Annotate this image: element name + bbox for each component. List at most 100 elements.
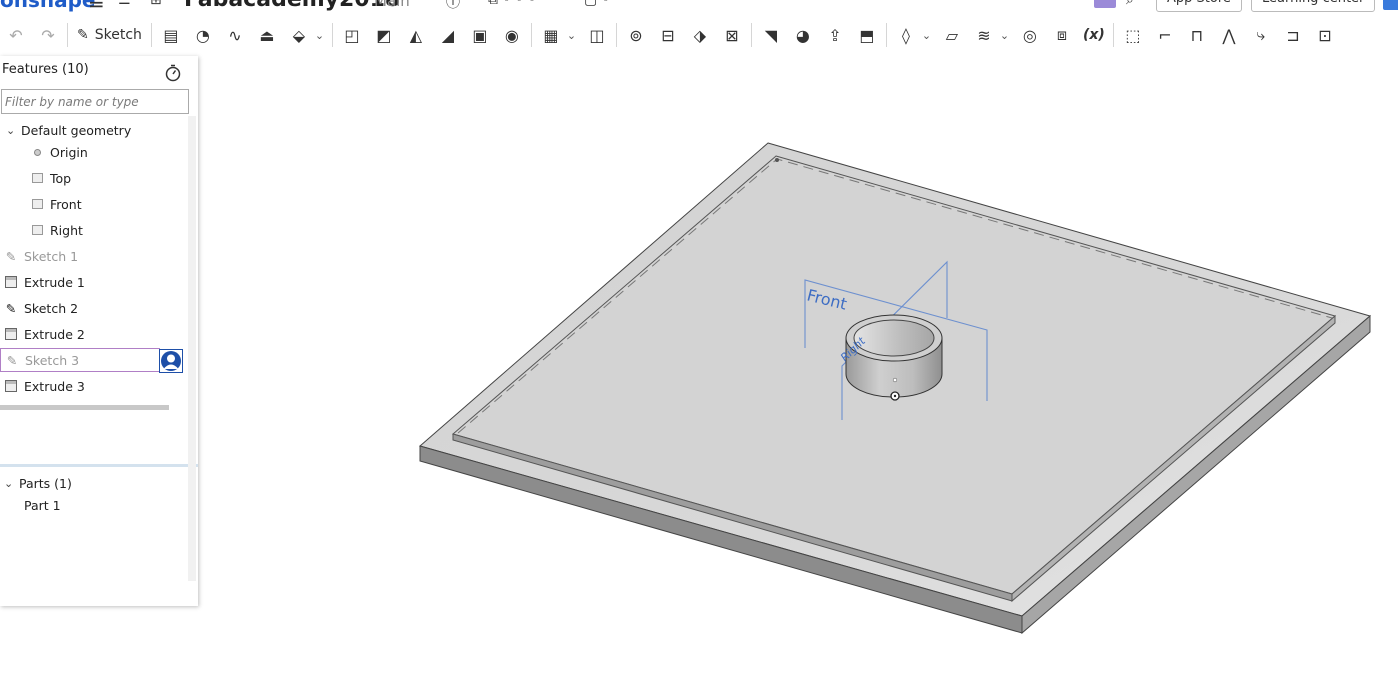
insert-icon[interactable]: ⊞ xyxy=(150,0,162,8)
feature-top-plane[interactable]: Top xyxy=(30,166,71,190)
origin-icon xyxy=(30,145,44,159)
chevron-down-icon[interactable]: ⌄ xyxy=(315,29,329,42)
sketch-icon: ✎ xyxy=(77,27,89,43)
form-icon[interactable]: ⊐ xyxy=(1277,20,1309,50)
default-geometry-group[interactable]: ⌄ Default geometry xyxy=(6,118,131,142)
toolbar-divider xyxy=(615,23,617,47)
draft-icon[interactable]: ◭ xyxy=(400,20,432,50)
delete-face-icon[interactable]: ◕ xyxy=(787,20,819,50)
feature-label: Right xyxy=(50,222,83,238)
delete-part-icon[interactable]: ⊠ xyxy=(716,20,748,50)
feature-label: Extrude 3 xyxy=(24,378,85,394)
feature-front-plane[interactable]: Front xyxy=(30,192,82,216)
feature-extrude-1[interactable]: Extrude 1 xyxy=(4,270,85,294)
undo-icon[interactable]: ↶ xyxy=(0,20,32,50)
composite-part-icon[interactable]: ⧈ xyxy=(1046,20,1078,50)
linear-pattern-icon[interactable]: ▦ xyxy=(535,20,567,50)
toolbar-divider xyxy=(530,23,532,47)
feature-sketch-3[interactable]: ✎ Sketch 3 xyxy=(0,348,160,372)
toolbar-divider xyxy=(67,23,68,47)
parts-label: Parts (1) xyxy=(19,475,72,491)
flat-view-icon[interactable]: ⊡ xyxy=(1309,20,1341,50)
app-store-button[interactable]: App Store xyxy=(1156,0,1242,12)
chevron-down-icon[interactable]: ⌄ xyxy=(6,124,16,137)
learning-center-button[interactable]: Learning center xyxy=(1251,0,1375,12)
search-icon[interactable]: ⌕ xyxy=(1126,0,1134,8)
fillet-icon[interactable]: ◰ xyxy=(336,20,368,50)
plane-icon xyxy=(30,223,44,237)
parts-group[interactable]: ⌄ Parts (1) xyxy=(4,471,72,495)
panel-divider[interactable] xyxy=(0,464,198,467)
chevron-down-icon[interactable]: ⌄ xyxy=(4,477,14,490)
document-menu-icon[interactable]: ☰ xyxy=(118,0,131,8)
graphics-viewport[interactable]: Front Right xyxy=(200,56,1398,680)
feature-extrude-3[interactable]: Extrude 3 xyxy=(4,374,85,398)
extrude-icon xyxy=(4,275,18,289)
feature-sketch-2[interactable]: ✎ Sketch 2 xyxy=(4,296,78,320)
panel-scrollbar[interactable] xyxy=(188,116,196,581)
flange-icon[interactable]: ⌐ xyxy=(1149,20,1181,50)
redo-icon[interactable]: ↷ xyxy=(32,20,64,50)
variable-icon[interactable]: (x) xyxy=(1078,20,1110,50)
helix-icon[interactable]: ≋ xyxy=(968,20,1000,50)
plane-icon xyxy=(30,197,44,211)
mirror-icon[interactable]: ◫ xyxy=(581,20,613,50)
feature-right-plane[interactable]: Right xyxy=(30,218,83,242)
surface-icon[interactable]: ◊ xyxy=(890,20,922,50)
chevron-down-icon[interactable]: ⌄ xyxy=(922,29,936,42)
rollback-bar[interactable] xyxy=(0,405,169,410)
workspace-branch[interactable]: Main xyxy=(374,0,410,10)
share-button[interactable] xyxy=(1383,0,1398,10)
extrude-icon[interactable]: ▤ xyxy=(155,20,187,50)
chevron-down-icon[interactable]: ⌄ xyxy=(1000,29,1014,42)
chevron-down-icon[interactable]: ⌄ xyxy=(567,29,581,42)
shell-icon[interactable]: ▣ xyxy=(464,20,496,50)
transform-icon[interactable]: ⬗ xyxy=(684,20,716,50)
sketch-icon: ✎ xyxy=(5,248,17,264)
part-item[interactable]: Part 1 xyxy=(24,493,61,517)
toolbar-divider xyxy=(750,23,752,47)
modify-fillet-icon[interactable]: ◥ xyxy=(755,20,787,50)
print-icon[interactable]: ▢ ◦ xyxy=(584,0,610,8)
sketch-button[interactable]: ✎ Sketch xyxy=(71,20,148,50)
sheet-metal-icon[interactable]: ⬚ xyxy=(1117,20,1149,50)
versions-icon[interactable]: ⧉ ◦ ◦ ◦ xyxy=(488,0,536,8)
feature-label: Front xyxy=(50,196,82,212)
feature-label: Origin xyxy=(50,144,88,160)
app-logo[interactable]: onshape xyxy=(0,0,96,12)
split-icon[interactable]: ⊟ xyxy=(652,20,684,50)
document-title[interactable]: Fabacademy2018 xyxy=(184,0,400,12)
chamfer-icon[interactable]: ◩ xyxy=(368,20,400,50)
feature-extrude-2[interactable]: Extrude 2 xyxy=(4,322,85,346)
move-face-icon[interactable]: ⇪ xyxy=(819,20,851,50)
loft-icon[interactable]: ⏏ xyxy=(251,20,283,50)
thicken-icon[interactable]: ⬙ xyxy=(283,20,315,50)
feature-origin[interactable]: Origin xyxy=(30,140,88,164)
model-view[interactable]: Front Right xyxy=(200,56,1398,680)
feature-label: Extrude 1 xyxy=(24,274,85,290)
boolean-icon[interactable]: ⊚ xyxy=(620,20,652,50)
plane-icon[interactable]: ▱ xyxy=(936,20,968,50)
revolve-icon[interactable]: ◔ xyxy=(187,20,219,50)
stopwatch-icon[interactable] xyxy=(164,64,182,82)
sweep-icon[interactable]: ∿ xyxy=(219,20,251,50)
menu-icon[interactable]: ≡ xyxy=(88,0,105,14)
extrude-icon xyxy=(4,379,18,393)
user-avatar[interactable] xyxy=(1094,0,1116,8)
bend-icon[interactable]: ⤷ xyxy=(1245,20,1277,50)
feature-sketch-1[interactable]: ✎ Sketch 1 xyxy=(4,244,78,268)
feature-label: Sketch 1 xyxy=(24,248,79,264)
tab-icon[interactable]: ⊓ xyxy=(1181,20,1213,50)
hole-icon[interactable]: ◉ xyxy=(496,20,528,50)
info-icon[interactable]: ⓘ xyxy=(446,0,460,12)
cylinder-boss[interactable] xyxy=(845,314,943,401)
replace-face-icon[interactable]: ⬒ xyxy=(851,20,883,50)
rib-icon[interactable]: ◢ xyxy=(432,20,464,50)
extrude-icon xyxy=(4,327,18,341)
plane-icon xyxy=(30,171,44,185)
user-presence-icon[interactable] xyxy=(159,349,183,373)
corner-icon[interactable]: ⋀ xyxy=(1213,20,1245,50)
toolbar-divider xyxy=(331,23,333,47)
feature-filter-input[interactable] xyxy=(1,89,189,114)
mate-connector-icon[interactable]: ◎ xyxy=(1014,20,1046,50)
